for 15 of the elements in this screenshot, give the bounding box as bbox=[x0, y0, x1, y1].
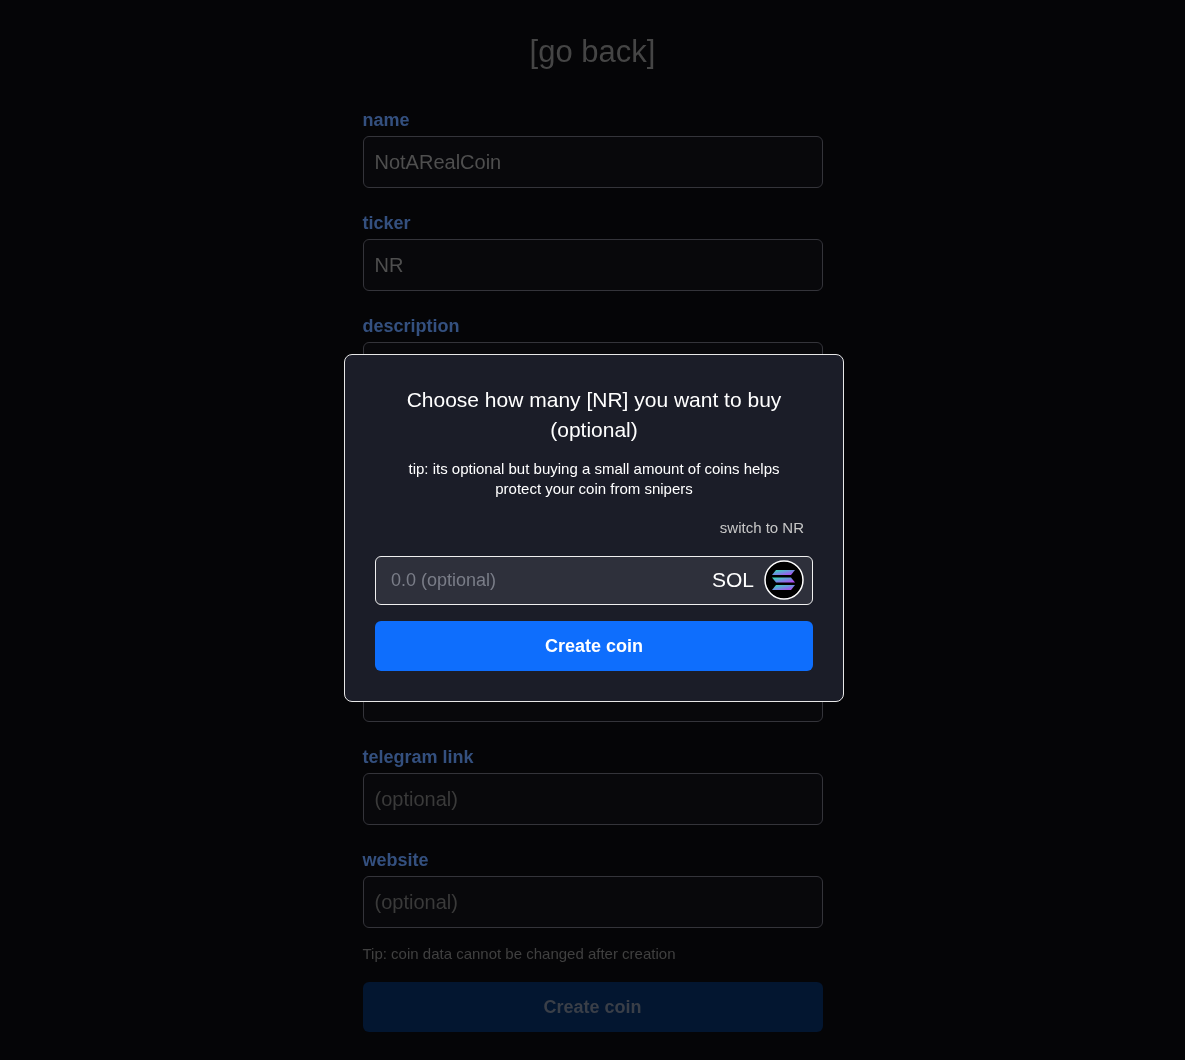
switch-link[interactable]: switch to NR bbox=[719, 519, 804, 536]
field-label: telegram link bbox=[362, 747, 474, 767]
dialog-title: Choose how many [NR] you want to buy (optional) bbox=[405, 387, 783, 443]
field-label: name bbox=[362, 110, 410, 130]
field-label: website bbox=[362, 850, 429, 870]
create-coin-button[interactable]: Create coin bbox=[375, 621, 813, 671]
field-label: ticker bbox=[362, 213, 411, 233]
coin-icon bbox=[764, 560, 804, 600]
go-back-link[interactable]: [go back] bbox=[529, 34, 656, 70]
dialog-tip: tip: its optional but buying a small amount of coins helps protect your coin from snipers bbox=[407, 459, 781, 499]
currency-label: SOL bbox=[711, 568, 754, 592]
field-label: description bbox=[362, 316, 460, 336]
tip-text: Tip: coin data cannot be changed after creation bbox=[362, 945, 676, 962]
text-field[interactable]: NR bbox=[362, 239, 823, 291]
text-field[interactable]: NotARealCoin bbox=[362, 136, 823, 188]
